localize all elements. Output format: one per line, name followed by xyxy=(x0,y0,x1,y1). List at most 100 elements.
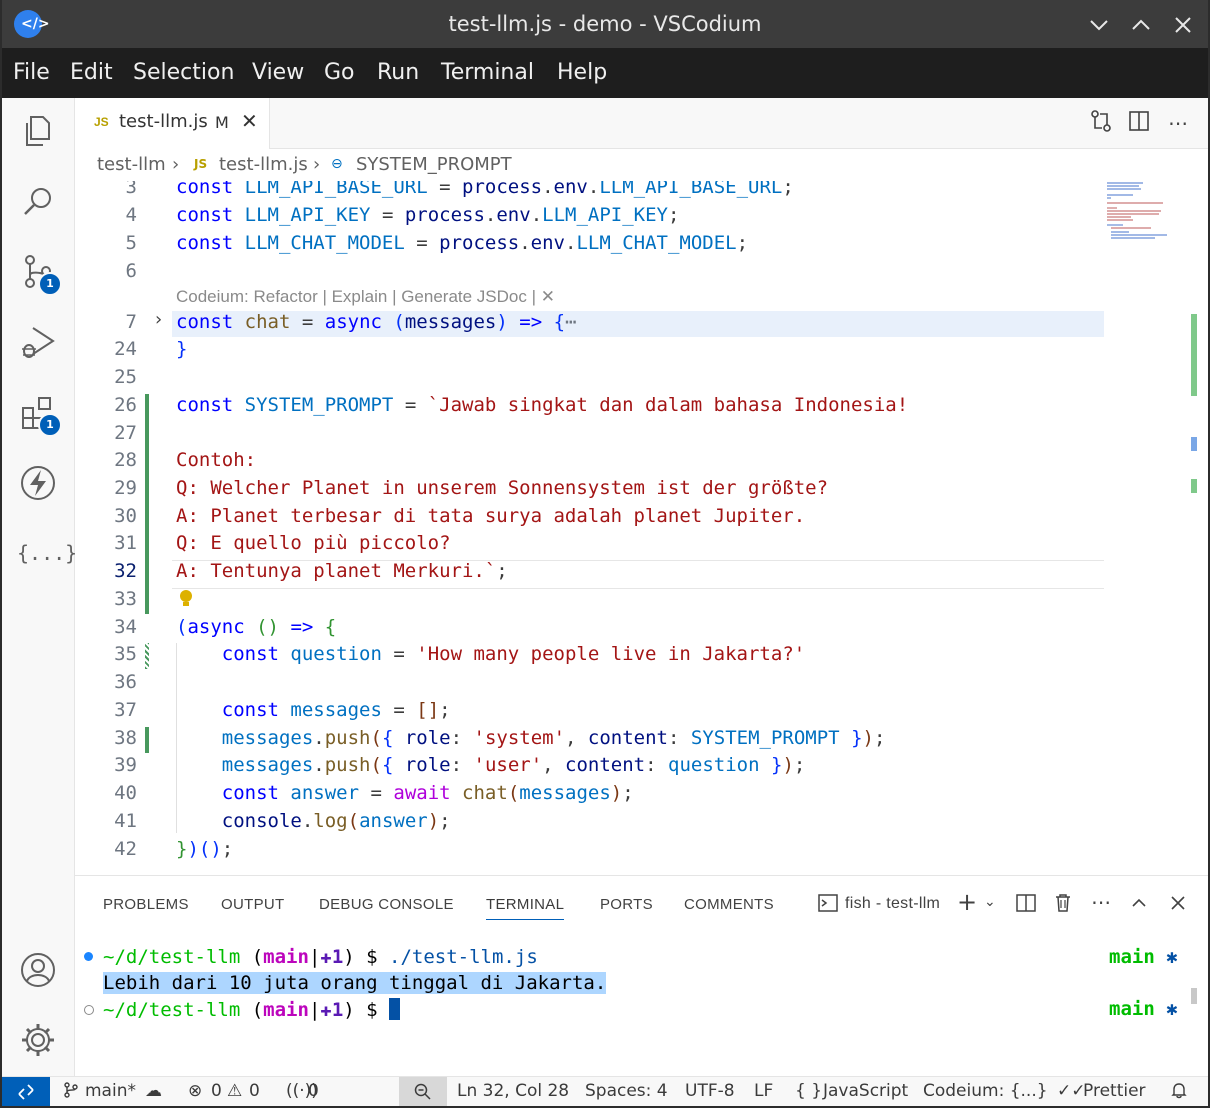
line-number: 33 xyxy=(114,588,137,610)
editor-tab-bar: JS test-llm.js M ✕ ⋯ xyxy=(75,98,1208,149)
breadcrumb-file[interactable]: test-llm.js xyxy=(219,154,308,175)
terminal-scrollbar[interactable] xyxy=(1191,988,1197,1004)
run-debug-icon[interactable] xyxy=(17,321,59,363)
error-icon: ⊗ xyxy=(188,1081,203,1101)
code-line: const LLM_API_KEY = process.env.LLM_API_… xyxy=(176,204,680,226)
terminal-right-prompt: main ✱ xyxy=(1109,998,1178,1020)
indentation[interactable]: Spaces: 4 xyxy=(585,1081,668,1101)
accounts-icon[interactable] xyxy=(17,949,59,991)
new-terminal-plus-icon[interactable]: + xyxy=(957,888,977,916)
zoom-search-icon[interactable] xyxy=(399,1077,447,1106)
code-line-current: A: Tentunya planet Merkuri.`; xyxy=(176,560,508,582)
more-actions-icon[interactable]: ⋯ xyxy=(1163,108,1193,138)
open-changes-icon[interactable] xyxy=(1086,108,1116,138)
prettier-status[interactable]: Prettier xyxy=(1083,1081,1146,1101)
braces-icon: { } xyxy=(795,1081,823,1101)
menu-edit[interactable]: Edit xyxy=(70,60,113,85)
menu-terminal[interactable]: Terminal xyxy=(441,60,534,85)
lightbulb-icon[interactable] xyxy=(179,589,193,609)
tab-terminal[interactable]: TERMINAL xyxy=(486,896,565,920)
minimap[interactable] xyxy=(1103,181,1193,241)
terminal-output-line[interactable]: Lebih dari 10 juta orang tinggal di Jaka… xyxy=(103,972,607,994)
code-line: const LLM_CHAT_MODEL = process.env.LLM_C… xyxy=(176,232,749,254)
trash-icon[interactable] xyxy=(1052,892,1074,919)
line-number: 31 xyxy=(114,532,137,554)
line-number: 5 xyxy=(125,232,137,254)
javascript-file-icon: JS xyxy=(94,115,109,129)
code-line: console.log(answer); xyxy=(221,810,451,832)
explorer-icon[interactable] xyxy=(17,111,59,153)
split-editor-icon[interactable] xyxy=(1124,108,1154,138)
close-tab-icon[interactable]: ✕ xyxy=(241,109,258,133)
minimize-button[interactable] xyxy=(1084,10,1114,40)
line-number: 28 xyxy=(114,449,137,471)
notifications-bell-icon[interactable] xyxy=(1170,1081,1188,1104)
menu-go[interactable]: Go xyxy=(324,60,355,85)
terminal-line-1[interactable]: ~/d/test-llm (main|✚1) $ ./test-llm.js xyxy=(103,946,538,968)
extensions-badge: 1 xyxy=(38,413,62,437)
tab-debug-console[interactable]: DEBUG CONSOLE xyxy=(319,896,454,913)
terminal-instance-name[interactable]: fish - test-llm xyxy=(845,895,940,913)
code-editor[interactable]: 3 4 5 6 7 24 25 26 27 28 29 30 31 32 33 … xyxy=(75,181,1208,874)
terminal-line-3[interactable]: ~/d/test-llm (main|✚1) $ xyxy=(103,998,401,1021)
settings-gear-icon[interactable] xyxy=(17,1019,59,1061)
language-mode[interactable]: JavaScript xyxy=(823,1081,908,1101)
code-line: Q: E quello più piccolo? xyxy=(176,532,451,554)
split-terminal-icon[interactable] xyxy=(1015,892,1037,919)
codeium-lightning-icon[interactable] xyxy=(17,462,59,504)
javascript-file-icon: JS xyxy=(194,157,208,171)
bottom-panel: PROBLEMS OUTPUT DEBUG CONSOLE TERMINAL P… xyxy=(75,875,1208,1076)
close-window-button[interactable] xyxy=(1168,10,1198,40)
git-branch-status[interactable]: main* xyxy=(85,1081,136,1101)
tab-problems[interactable]: PROBLEMS xyxy=(103,896,189,913)
terminal-icon xyxy=(817,892,839,919)
title-bar: </> test-llm.js - demo - VSCodium xyxy=(2,0,1208,48)
code-line: messages.push({ role: 'user', content: q… xyxy=(221,754,806,776)
menu-run[interactable]: Run xyxy=(377,60,419,85)
tab-ports[interactable]: PORTS xyxy=(600,896,653,913)
source-control-icon[interactable]: 1 xyxy=(17,251,62,296)
codeium-status[interactable]: Codeium: {...} xyxy=(923,1081,1048,1101)
line-number: 39 xyxy=(114,754,137,776)
menu-file[interactable]: File xyxy=(13,60,50,85)
codeium-codelens[interactable]: Codeium: Refactor | Explain | Generate J… xyxy=(176,287,555,307)
code-line: Contoh: xyxy=(176,449,257,471)
end-of-line[interactable]: LF xyxy=(754,1081,773,1101)
maximize-panel-icon[interactable] xyxy=(1128,892,1150,919)
cursor-position[interactable]: Ln 32, Col 28 xyxy=(457,1081,569,1101)
code-line: const question = 'How many people live i… xyxy=(221,643,806,665)
code-line: const answer = await chat(messages); xyxy=(221,782,634,804)
code-line: A: Planet terbesar di tata surya adalah … xyxy=(176,505,806,527)
remote-indicator-icon[interactable] xyxy=(2,1077,50,1106)
error-count[interactable]: 0 xyxy=(211,1081,222,1101)
scrollbar-change-marker xyxy=(1191,314,1197,396)
chevron-down-icon[interactable]: ⌄ xyxy=(984,894,996,910)
extensions-icon[interactable]: 1 xyxy=(17,392,62,437)
breadcrumb-symbol[interactable]: SYSTEM_PROMPT xyxy=(356,154,512,175)
ports-count[interactable]: 0 xyxy=(308,1081,319,1101)
menu-help[interactable]: Help xyxy=(557,60,607,85)
warning-count[interactable]: 0 xyxy=(249,1081,260,1101)
menu-selection[interactable]: Selection xyxy=(133,60,234,85)
scrollbar-change-marker xyxy=(1191,437,1197,451)
code-line: const LLM_API_BASE_URL = process.env.LLM… xyxy=(176,181,794,198)
tab-comments[interactable]: COMMENTS xyxy=(684,896,774,913)
json-braces-icon[interactable]: {...} xyxy=(17,532,77,574)
warning-icon: ⚠ xyxy=(227,1081,243,1101)
fold-chevron-icon[interactable]: › xyxy=(153,309,164,330)
breadcrumb-folder[interactable]: test-llm xyxy=(97,154,166,175)
tab-test-llm-js[interactable]: JS test-llm.js M ✕ xyxy=(75,98,270,149)
close-panel-icon[interactable] xyxy=(1167,892,1189,919)
search-icon[interactable] xyxy=(17,181,59,223)
scm-badge: 1 xyxy=(38,272,62,296)
more-actions-icon[interactable]: ⋯ xyxy=(1091,890,1111,914)
encoding[interactable]: UTF-8 xyxy=(685,1081,735,1101)
vscodium-window: </> test-llm.js - demo - VSCodium File E… xyxy=(2,0,1208,1106)
line-number: 25 xyxy=(114,366,137,388)
menu-view[interactable]: View xyxy=(252,60,304,85)
maximize-button[interactable] xyxy=(1126,10,1156,40)
tab-output[interactable]: OUTPUT xyxy=(221,896,284,913)
line-number-current: 32 xyxy=(114,560,137,582)
line-number: 6 xyxy=(125,260,137,282)
sync-cloud-icon[interactable]: ☁ xyxy=(145,1081,162,1101)
